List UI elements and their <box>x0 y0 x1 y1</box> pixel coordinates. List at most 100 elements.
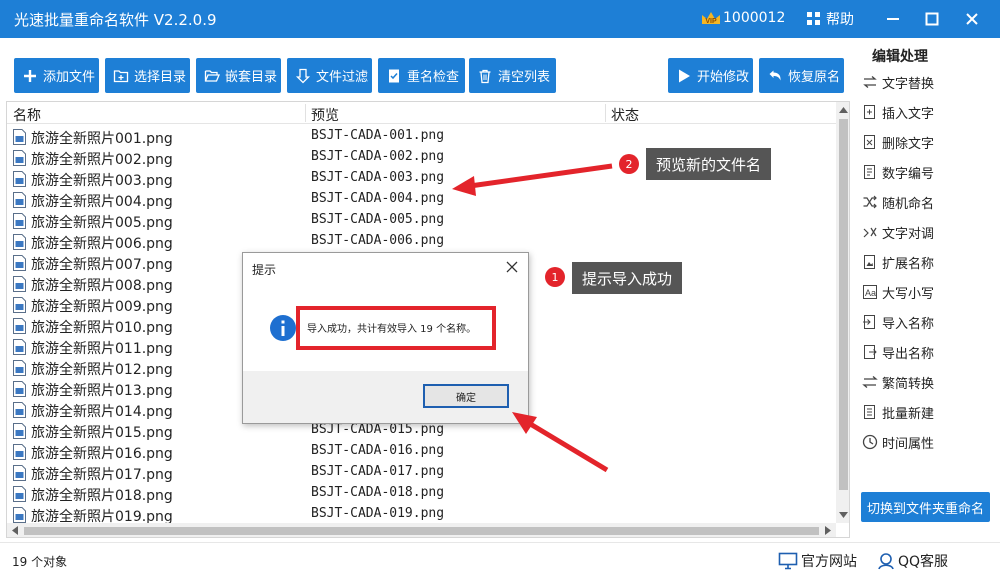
sidebar-item-delete-text[interactable]: 删除文字 <box>862 130 934 154</box>
column-header-name[interactable]: 名称 <box>13 105 41 125</box>
restore-names-button[interactable]: 恢复原名 <box>759 58 844 93</box>
image-file-icon <box>13 339 26 355</box>
shuffle-icon <box>863 195 877 209</box>
row-preview: BSJT-CADA-005.png <box>311 212 445 227</box>
sidebar-item-label: 导出名称 <box>882 346 935 362</box>
row-preview: BSJT-CADA-006.png <box>311 233 445 248</box>
undo-icon <box>769 70 781 80</box>
file-filter-label: 文件过滤 <box>316 70 369 85</box>
image-file-icon <box>13 276 26 292</box>
file-filter-button[interactable]: 文件过滤 <box>287 58 372 93</box>
minimize-button[interactable] <box>876 0 910 38</box>
table-row[interactable]: 旅游全新照片016.png BSJT-CADA-016.png <box>7 441 836 462</box>
row-preview: BSJT-CADA-003.png <box>311 170 445 185</box>
help-grid-icon[interactable] <box>806 11 821 26</box>
sidebar-item-export-names[interactable]: 导出名称 <box>862 340 934 364</box>
sidebar-item-insert-text[interactable]: 插入文字 <box>862 100 934 124</box>
official-site-label: 官方网站 <box>801 554 857 570</box>
qq-support-label: QQ客服 <box>898 554 949 570</box>
vertical-scroll-thumb[interactable] <box>839 119 848 490</box>
sidebar-item-text-swap[interactable]: 文字对调 <box>862 220 934 244</box>
table-row[interactable]: 旅游全新照片004.png BSJT-CADA-004.png <box>7 189 836 210</box>
document-check-icon <box>389 69 399 82</box>
help-button[interactable]: 帮助 <box>826 9 854 29</box>
start-modify-button[interactable]: 开始修改 <box>668 58 753 93</box>
replace-icon <box>863 76 877 88</box>
add-files-button[interactable]: 添加文件 <box>14 58 99 93</box>
row-preview: BSJT-CADA-004.png <box>311 191 445 206</box>
sidebar-item-text-replace[interactable]: 文字替换 <box>862 70 934 94</box>
clock-icon <box>862 434 878 450</box>
sidebar-item-trad-simp-convert[interactable]: 繁简转换 <box>862 370 934 394</box>
column-header-preview[interactable]: 预览 <box>311 105 339 125</box>
horizontal-scroll-thumb[interactable] <box>24 527 819 535</box>
image-file-icon <box>13 297 26 313</box>
row-name: 旅游全新照片016.png <box>31 446 173 462</box>
object-count: 19 个对象 <box>12 555 68 569</box>
export-icon <box>864 345 877 359</box>
official-site-link[interactable]: 官方网站 <box>778 551 857 571</box>
row-name: 旅游全新照片009.png <box>31 299 173 315</box>
vertical-scrollbar[interactable] <box>836 102 849 523</box>
clear-list-button[interactable]: 清空列表 <box>469 58 556 93</box>
trash-icon <box>479 69 491 83</box>
column-divider[interactable] <box>305 104 306 122</box>
row-name: 旅游全新照片010.png <box>31 320 173 336</box>
numbering-icon <box>864 165 875 179</box>
scroll-up-icon[interactable] <box>839 107 848 113</box>
close-button[interactable] <box>955 0 989 38</box>
sidebar-item-random-name[interactable]: 随机命名 <box>862 190 934 214</box>
rename-check-button[interactable]: 重名检查 <box>378 58 465 93</box>
sidebar-item-batch-create[interactable]: 批量新建 <box>862 400 934 424</box>
annotation-callout-2: 预览新的文件名 <box>646 148 772 180</box>
table-row[interactable]: 旅游全新照片019.png BSJT-CADA-019.png <box>7 504 836 525</box>
dialog-close-icon[interactable] <box>505 260 519 274</box>
switch-to-folder-rename-button[interactable]: 切换到文件夹重命名 <box>861 492 990 522</box>
horizontal-scrollbar[interactable] <box>7 523 836 537</box>
batch-new-icon <box>864 405 875 419</box>
table-row[interactable]: 旅游全新照片001.png BSJT-CADA-001.png <box>7 126 836 147</box>
status-bar: 19 个对象 官方网站 QQ客服 <box>0 542 1000 580</box>
sidebar-heading: 编辑处理 <box>872 49 928 65</box>
image-file-icon <box>13 402 26 418</box>
row-name: 旅游全新照片005.png <box>31 215 173 231</box>
dialog-footer: 确定 <box>243 371 528 423</box>
maximize-button[interactable] <box>915 0 949 38</box>
table-row[interactable]: 旅游全新照片018.png BSJT-CADA-018.png <box>7 483 836 504</box>
sidebar-item-label: 时间属性 <box>882 436 935 452</box>
sidebar-item-label: 大写小写 <box>882 286 935 302</box>
sidebar-item-import-names[interactable]: 导入名称 <box>862 310 934 334</box>
scroll-down-icon[interactable] <box>839 512 848 518</box>
sidebar-item-numbering[interactable]: 数字编号 <box>862 160 934 184</box>
sidebar-item-label: 文字替换 <box>882 76 935 92</box>
image-file-icon <box>13 213 26 229</box>
ok-button[interactable]: 确定 <box>423 384 509 408</box>
plus-icon <box>24 69 36 82</box>
filter-icon <box>295 68 311 83</box>
scroll-right-icon[interactable] <box>825 526 831 535</box>
scroll-left-icon[interactable] <box>12 526 18 535</box>
select-dir-button[interactable]: 选择目录 <box>105 58 190 93</box>
sidebar-item-label: 扩展名称 <box>882 256 935 272</box>
sidebar-item-case[interactable]: Aa 大写小写 <box>862 280 934 304</box>
table-row[interactable]: 旅游全新照片017.png BSJT-CADA-017.png <box>7 462 836 483</box>
sidebar-item-label: 随机命名 <box>882 196 935 212</box>
image-file-icon <box>13 150 26 166</box>
table-row[interactable]: 旅游全新照片006.png BSJT-CADA-006.png <box>7 231 836 252</box>
table-row[interactable]: 旅游全新照片005.png BSJT-CADA-005.png <box>7 210 836 231</box>
nested-dir-button[interactable]: 嵌套目录 <box>196 58 281 93</box>
column-header-status[interactable]: 状态 <box>611 105 639 125</box>
sidebar-item-extension[interactable]: 扩展名称 <box>862 250 934 274</box>
column-divider[interactable] <box>605 104 606 122</box>
qq-support-link[interactable]: QQ客服 <box>876 551 948 571</box>
nested-dir-label: 嵌套目录 <box>225 70 278 85</box>
list-header: 名称 预览 状态 <box>7 102 836 124</box>
vip-crown-icon: VIP <box>702 12 720 25</box>
row-preview: BSJT-CADA-016.png <box>311 443 445 458</box>
app-title: 光速批量重命名软件 V2.2.0.9 <box>14 11 217 29</box>
message-highlight-box <box>296 306 496 350</box>
image-file-icon <box>13 444 26 460</box>
restore-names-label: 恢复原名 <box>788 70 841 85</box>
sidebar-item-time-attributes[interactable]: 时间属性 <box>862 430 934 454</box>
sidebar-item-label: 文字对调 <box>882 226 935 242</box>
